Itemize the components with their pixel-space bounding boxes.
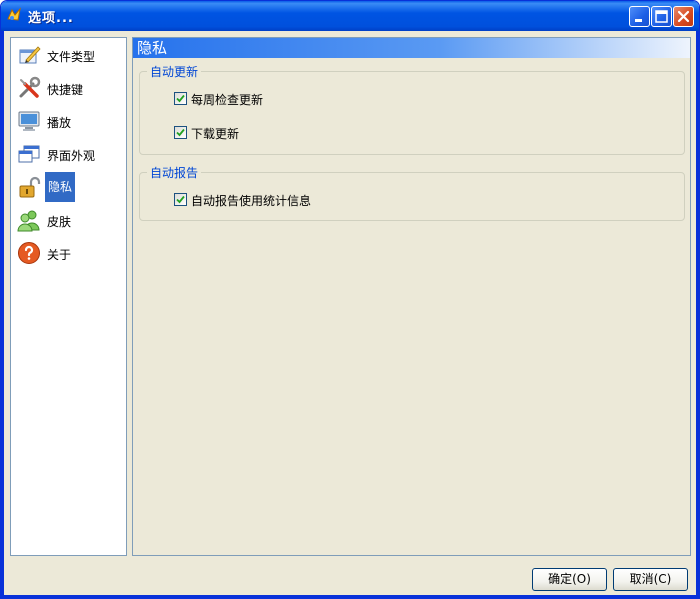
window-title: 选项...	[28, 11, 74, 26]
sidebar-item-label: 界面外观	[47, 149, 96, 163]
sidebar-item-label: 播放	[47, 116, 72, 130]
checkmark-icon	[176, 195, 185, 204]
users-icon	[17, 208, 41, 232]
options-dialog: 选项... 文件类型 快捷键 播放 界面外观 隐私 皮肤 关于 隐私 自动更新 …	[0, 0, 700, 599]
title-bar[interactable]: 选项...	[1, 1, 699, 31]
close-icon	[677, 10, 690, 23]
sidebar-item-playback[interactable]: 播放	[15, 105, 123, 137]
sidebar-item-privacy[interactable]: 隐私	[15, 171, 123, 203]
sidebar-item-shortcuts[interactable]: 快捷键	[15, 72, 123, 104]
sidebar-item-label: 皮肤	[47, 215, 72, 229]
checkmark-icon	[176, 94, 185, 103]
sidebar-item-label: 隐私	[45, 172, 76, 202]
file-types-icon	[17, 43, 41, 67]
window-border-bottom	[1, 595, 699, 598]
maximize-button[interactable]	[651, 6, 672, 27]
checkbox-box[interactable]	[174, 92, 187, 105]
checkbox-label: 自动报告使用统计信息	[191, 194, 312, 208]
category-list: 文件类型 快捷键 播放 界面外观 隐私 皮肤 关于	[10, 37, 127, 556]
sidebar-item-label: 关于	[47, 248, 72, 262]
checkbox-label: 每周检查更新	[191, 93, 264, 107]
sidebar-item-file-types[interactable]: 文件类型	[15, 39, 123, 71]
lock-icon	[17, 175, 41, 199]
window-border-left	[1, 31, 4, 598]
ok-button[interactable]: 确定(O)	[532, 568, 607, 591]
maximize-icon	[655, 10, 668, 23]
checkmark-icon	[176, 128, 185, 137]
help-icon	[17, 241, 41, 265]
minimize-button[interactable]	[629, 6, 650, 27]
cancel-button[interactable]: 取消(C)	[613, 568, 688, 591]
auto-report-group: 自动报告 自动报告使用统计信息	[139, 164, 685, 221]
group-title: 自动报告	[147, 164, 202, 181]
minimize-icon	[635, 19, 642, 22]
settings-panel: 隐私 自动更新 每周检查更新 下载更新 自动报告 自动报告使用统计信息	[132, 37, 691, 556]
checkbox-box[interactable]	[174, 193, 187, 206]
close-button[interactable]	[673, 6, 694, 27]
monitor-icon	[17, 109, 41, 133]
app-icon	[6, 7, 22, 23]
checkbox-label: 下载更新	[191, 127, 240, 141]
windows-icon	[17, 142, 41, 166]
checkbox-box[interactable]	[174, 126, 187, 139]
section-title: 隐私	[133, 38, 690, 58]
sidebar-item-skins[interactable]: 皮肤	[15, 204, 123, 236]
sidebar-item-appearance[interactable]: 界面外观	[15, 138, 123, 170]
auto-update-group: 自动更新 每周检查更新 下载更新	[139, 63, 685, 155]
group-title: 自动更新	[147, 63, 202, 80]
window-border-right	[696, 31, 699, 598]
tools-icon	[17, 76, 41, 100]
sidebar-item-label: 快捷键	[47, 83, 84, 97]
sidebar-item-about[interactable]: 关于	[15, 237, 123, 269]
sidebar-item-label: 文件类型	[47, 50, 96, 64]
